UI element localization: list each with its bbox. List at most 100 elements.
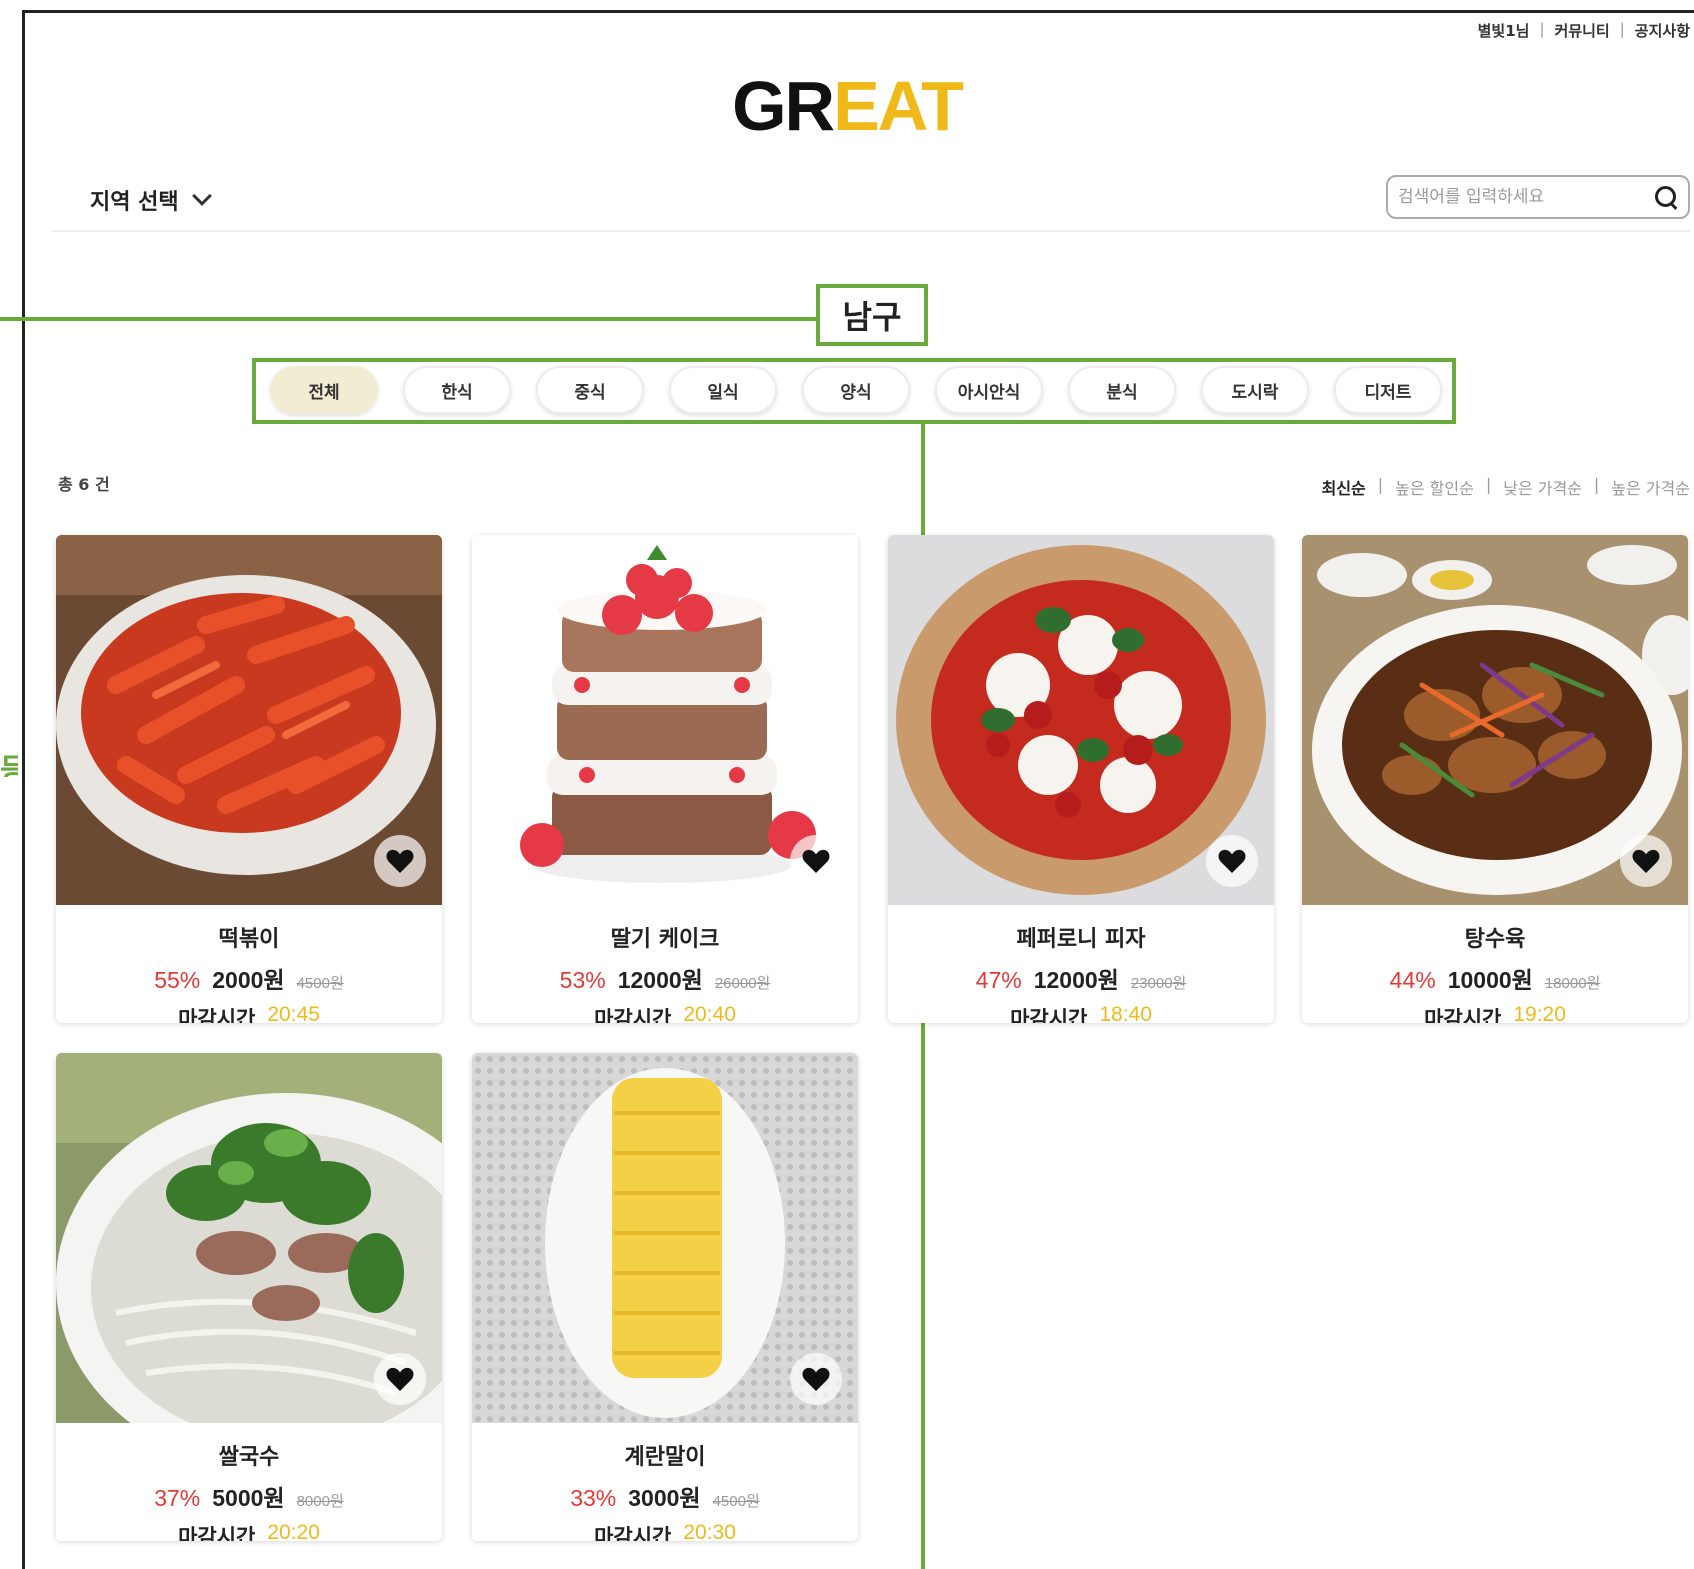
product-info: 탕수육 44% 10000원 18000원 마감시간 19:20: [1302, 905, 1688, 1023]
heart-icon: [386, 849, 414, 873]
tab-dessert[interactable]: 디저트: [1334, 366, 1442, 414]
favorite-button[interactable]: [374, 1353, 426, 1405]
product-price-row: 53% 12000원 26000원: [472, 961, 858, 995]
product-card[interactable]: 쌀국수 37% 5000원 8000원 마감시간 20:20: [56, 1053, 442, 1541]
sort-high-discount[interactable]: 높은 할인순: [1395, 475, 1474, 499]
sort-separator: |: [1377, 475, 1384, 494]
sort-options: 최신순 | 높은 할인순 | 낮은 가격순 | 높은 가격순: [1322, 475, 1690, 499]
product-name: 떡볶이: [218, 927, 280, 952]
product-info: 딸기 케이크 53% 12000원 26000원 마감시간 20:40: [472, 905, 858, 1023]
original-price: 4500원: [712, 1493, 760, 1510]
header-divider: [52, 230, 1690, 232]
heart-icon: [386, 1367, 414, 1391]
product-name: 딸기 케이크: [610, 927, 720, 952]
region-select[interactable]: 지역 선택: [90, 184, 212, 216]
deadline-label: 마감시간: [594, 1525, 672, 1541]
sale-price: 12000원: [1033, 967, 1119, 993]
favorite-button[interactable]: [1206, 835, 1258, 887]
discount-rate: 55%: [154, 967, 201, 993]
sort-high-price[interactable]: 높은 가격순: [1611, 475, 1690, 499]
sale-price: 12000원: [617, 967, 703, 993]
site-logo[interactable]: GREAT: [0, 66, 1694, 146]
top-link-community[interactable]: 커뮤니티: [1555, 20, 1610, 41]
search-input[interactable]: [1398, 187, 1654, 207]
sort-low-price[interactable]: 낮은 가격순: [1503, 475, 1582, 499]
product-card[interactable]: 떡볶이 55% 2000원 4500원 마감시간 20:45: [56, 535, 442, 1023]
deadline-row: 마감시간 19:20: [1302, 1003, 1688, 1023]
tab-snack[interactable]: 분식: [1068, 366, 1176, 414]
product-name: 계란말이: [624, 1445, 706, 1470]
sale-price: 5000원: [212, 1485, 285, 1511]
product-price-row: 37% 5000원 8000원: [56, 1479, 442, 1513]
category-tabs: 전체 한식 중식 일식 양식 아시안식 분식 도시락 디저트: [270, 366, 1452, 414]
favorite-button[interactable]: [1620, 835, 1672, 887]
original-price: 23000원: [1130, 975, 1187, 992]
sort-separator: |: [1485, 475, 1492, 494]
district-title: 남구: [842, 298, 902, 336]
product-image-tangsuyuk: [1302, 535, 1688, 905]
annotation-line: [0, 317, 818, 321]
heart-icon: [802, 1367, 830, 1391]
deadline-row: 마감시간 20:45: [56, 1003, 442, 1023]
deadline-row: 마감시간 20:30: [472, 1521, 858, 1541]
top-nav: 별빛1님 | 커뮤니티 | 공지사항: [1478, 20, 1690, 41]
top-link-user[interactable]: 별빛1님: [1478, 20, 1530, 41]
discount-rate: 44%: [1389, 967, 1436, 993]
tab-chinese[interactable]: 중식: [536, 366, 644, 414]
product-card[interactable]: 딸기 케이크 53% 12000원 26000원 마감시간 20:40: [472, 535, 858, 1023]
product-info: 계란말이 33% 3000원 4500원 마감시간 20:30: [472, 1423, 858, 1541]
deadline-time: 20:30: [683, 1521, 736, 1541]
tab-korean[interactable]: 한식: [403, 366, 511, 414]
deadline-time: 20:45: [267, 1003, 320, 1023]
sale-price: 3000원: [628, 1485, 701, 1511]
deadline-label: 마감시간: [1010, 1007, 1088, 1023]
product-card[interactable]: 계란말이 33% 3000원 4500원 마감시간 20:30: [472, 1053, 858, 1541]
product-price-row: 47% 12000원 23000원: [888, 961, 1274, 995]
product-info: 페퍼로니 피자 47% 12000원 23000원 마감시간 18:40: [888, 905, 1274, 1023]
top-nav-separator: |: [1539, 20, 1545, 38]
favorite-button[interactable]: [790, 835, 842, 887]
tab-all[interactable]: 전체: [270, 366, 378, 414]
original-price: 4500원: [296, 975, 344, 992]
deadline-label: 마감시간: [178, 1525, 256, 1541]
product-name: 탕수육: [1464, 927, 1526, 952]
tab-asian[interactable]: 아시안식: [935, 366, 1043, 414]
deadline-time: 20:40: [683, 1003, 736, 1023]
original-price: 26000원: [714, 975, 771, 992]
deadline-time: 19:20: [1513, 1003, 1566, 1023]
tab-western[interactable]: 양식: [802, 366, 910, 414]
total-count: 총 6 건: [58, 475, 110, 494]
product-price-row: 44% 10000원 18000원: [1302, 961, 1688, 995]
tab-lunchbox[interactable]: 도시락: [1201, 366, 1309, 414]
logo-part-eat: EAT: [833, 67, 964, 145]
tab-japanese[interactable]: 일식: [669, 366, 777, 414]
product-image-tteokbokki: [56, 535, 442, 905]
region-select-label: 지역 선택: [90, 190, 179, 215]
product-price-row: 33% 3000원 4500원: [472, 1479, 858, 1513]
search-icon[interactable]: [1654, 185, 1678, 209]
original-price: 8000원: [296, 1493, 344, 1510]
search-box: [1386, 175, 1690, 219]
sale-price: 2000원: [212, 967, 285, 993]
product-name: 페퍼로니 피자: [1016, 927, 1146, 952]
top-link-notice[interactable]: 공지사항: [1635, 20, 1690, 41]
product-image-pizza: [888, 535, 1274, 905]
product-info: 떡볶이 55% 2000원 4500원 마감시간 20:45: [56, 905, 442, 1023]
deadline-row: 마감시간 18:40: [888, 1003, 1274, 1023]
product-name: 쌀국수: [218, 1445, 280, 1470]
logo-part-gr: GR: [732, 67, 835, 145]
heart-icon: [1218, 849, 1246, 873]
product-card[interactable]: 페퍼로니 피자 47% 12000원 23000원 마감시간 18:40: [888, 535, 1274, 1023]
heart-icon: [1632, 849, 1660, 873]
favorite-button[interactable]: [790, 1353, 842, 1405]
discount-rate: 37%: [154, 1485, 201, 1511]
discount-rate: 47%: [975, 967, 1022, 993]
original-price: 18000원: [1544, 975, 1601, 992]
top-nav-separator: |: [1619, 20, 1625, 38]
favorite-button[interactable]: [374, 835, 426, 887]
product-card[interactable]: 탕수육 44% 10000원 18000원 마감시간 19:20: [1302, 535, 1688, 1023]
heart-icon: [802, 849, 830, 873]
deadline-time: 18:40: [1099, 1003, 1152, 1023]
deadline-time: 20:20: [267, 1521, 320, 1541]
sort-latest[interactable]: 최신순: [1322, 475, 1366, 499]
